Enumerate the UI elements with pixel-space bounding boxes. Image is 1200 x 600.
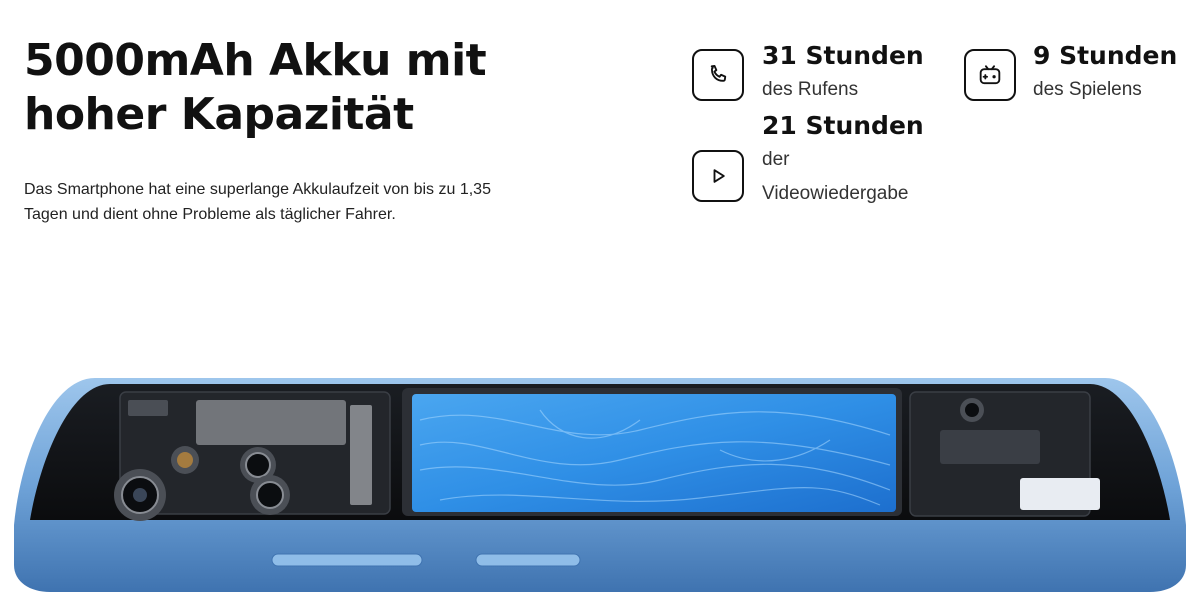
stat-video-label: der Videowiedergabe — [762, 149, 909, 204]
phone-icon — [692, 49, 744, 101]
stat-calls-value: 31 Stunden — [762, 41, 924, 70]
flex-connector — [940, 430, 1040, 464]
headline-line-2: hoher Kapazität — [24, 89, 414, 140]
battery — [412, 394, 896, 512]
power-button — [475, 553, 581, 567]
stat-video-value: 21 Stunden — [762, 111, 924, 140]
volume-button — [271, 553, 423, 567]
description: Das Smartphone hat eine superlange Akkul… — [24, 181, 491, 223]
gamepad-icon — [964, 49, 1016, 101]
connector — [128, 400, 168, 416]
stat-calls-label: des Rufens — [762, 79, 859, 100]
product-feature-page: 5000mAh Akku mit hoher Kapazität Das Sma… — [0, 0, 1200, 600]
headline: 5000mAh Akku mit hoher Kapazität — [24, 34, 584, 142]
phone-internals-illustration — [14, 378, 1186, 592]
speaker-module — [1020, 478, 1100, 510]
stat-gaming-label: des Spielens — [1033, 79, 1142, 100]
play-icon — [692, 150, 744, 202]
ribbon-cable — [350, 405, 372, 505]
stat-gaming-value: 9 Stunden — [1033, 41, 1178, 70]
shield-plate — [196, 400, 346, 445]
headline-line-1: 5000mAh Akku mit — [24, 35, 487, 86]
